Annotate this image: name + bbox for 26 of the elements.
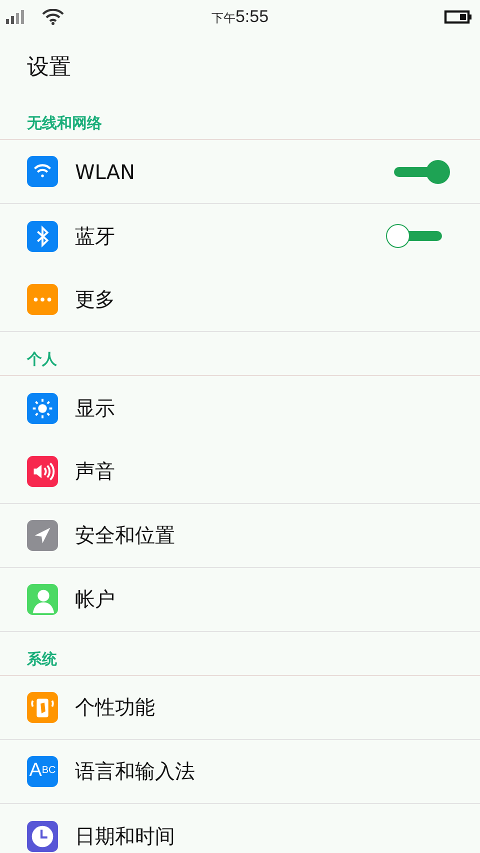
person-icon [27,584,58,615]
sun-icon [27,392,58,424]
section-header: 个人 [27,350,57,369]
settings-item[interactable]: 个性功能 [0,676,480,740]
bluetooth-icon [27,220,58,252]
toggle-switch[interactable] [386,224,444,248]
settings-item[interactable]: 安全和位置 [0,504,480,568]
settings-item[interactable]: 帐户 [0,568,480,632]
speaker-icon [27,456,58,487]
status-time: 5:55 [235,7,269,26]
wifi-icon [42,9,64,25]
settings-item[interactable]: 蓝牙 [0,204,480,268]
hand-phone-icon [27,692,58,723]
settings-item[interactable]: 更多 [0,268,480,332]
time-period: 下午 [211,11,236,25]
toggle-switch[interactable] [392,160,450,184]
settings-item[interactable]: 日期和时间 [0,804,480,853]
more-icon [27,284,58,315]
section-header: 无线和网络 [27,114,102,133]
section-header: 系统 [27,650,57,669]
settings-item[interactable]: WLAN [0,140,480,204]
settings-item[interactable]: 显示 [0,376,480,440]
page-title: 设置 [26,54,72,82]
wifi-icon [27,156,58,187]
battery-icon [444,10,472,24]
settings-item[interactable]: 声音 [0,440,480,504]
